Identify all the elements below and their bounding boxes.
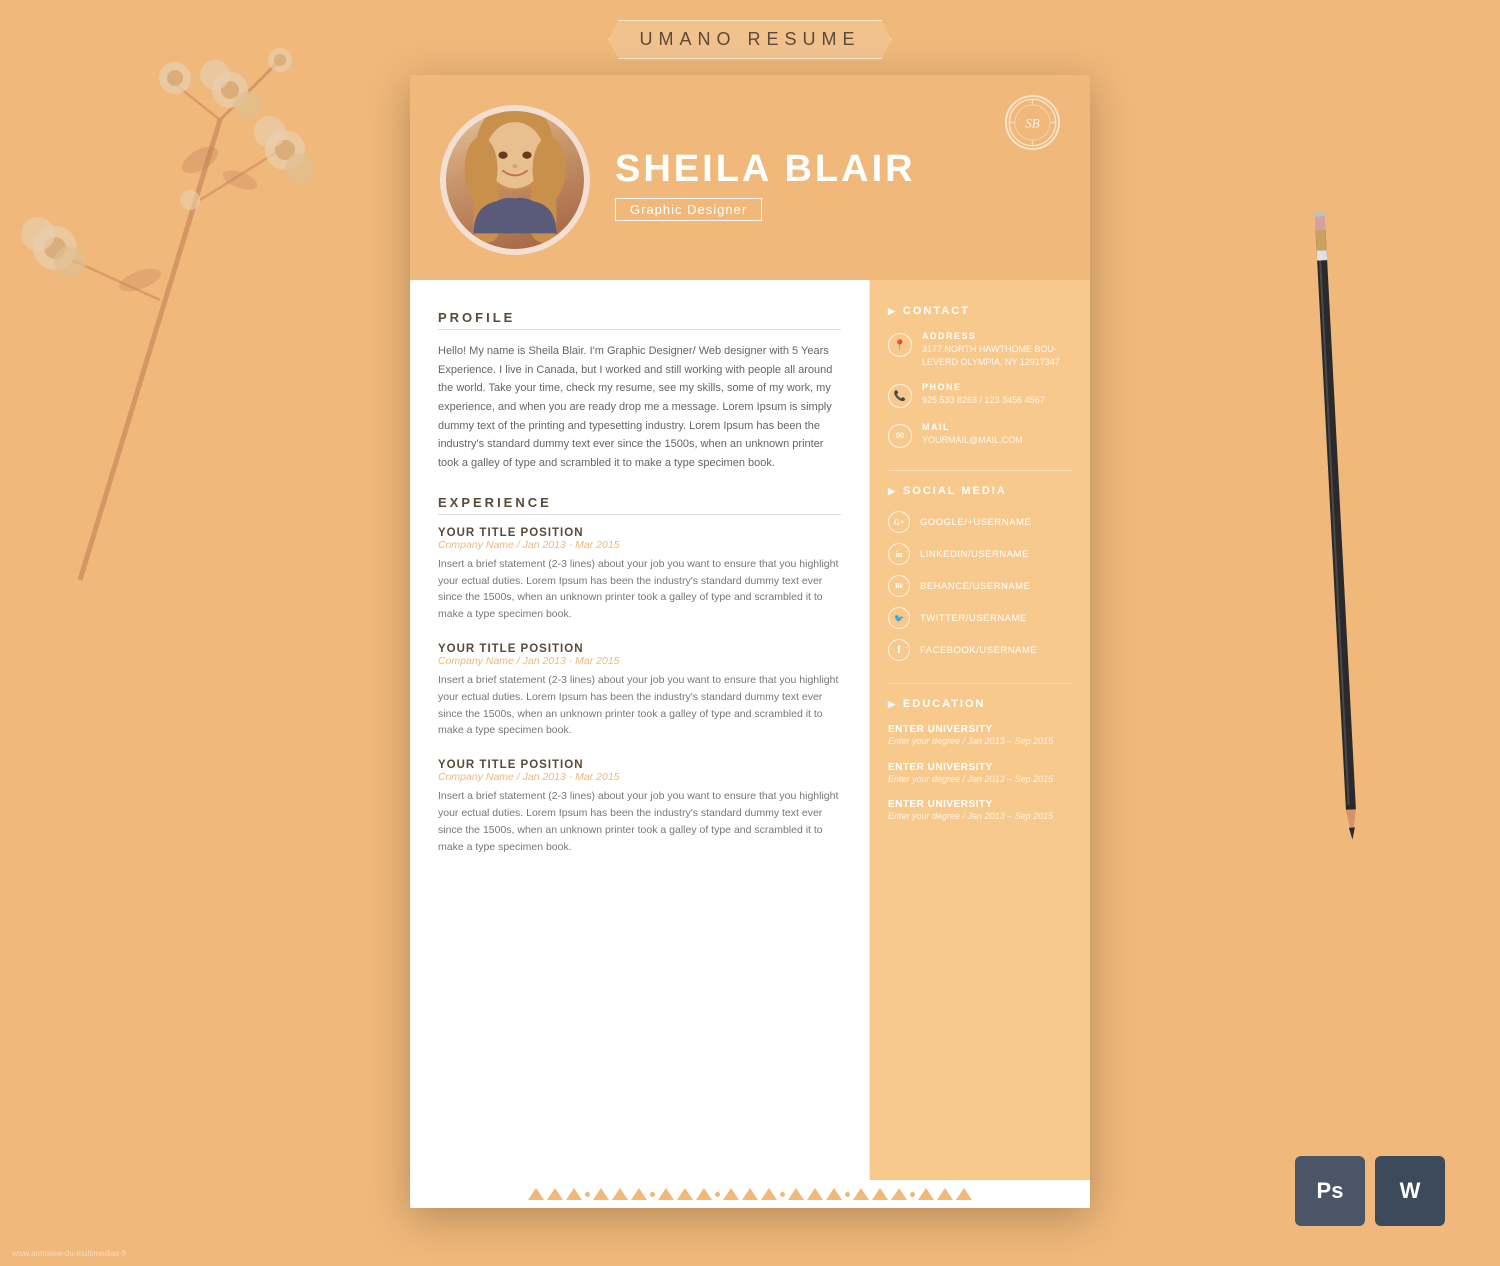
- exp-desc-2: Insert a brief statement (2-3 lines) abo…: [438, 672, 841, 739]
- edu-school-2: ENTER UNIVERSITY: [888, 762, 1072, 773]
- edu-detail-2: Enter your degree / Jan 2013 – Sep 2015: [888, 773, 1072, 786]
- app-badges: Ps W: [1295, 1156, 1445, 1226]
- profile-section-title: PROFILE: [438, 310, 841, 330]
- exp-title-2: YOUR TITLE POSITION: [438, 643, 841, 655]
- social-section: SOCIAL MEDIA G+ GOOGLE/+USERNAME in LINK…: [888, 485, 1072, 661]
- twitter-icon: 🐦: [888, 607, 910, 629]
- edu-detail-3: Enter your degree / Jan 2013 – Sep 2015: [888, 810, 1072, 823]
- exp-item-1: YOUR TITLE POSITION Company Name / Jan 2…: [438, 527, 841, 623]
- candidate-name: SHEILA BLAIR: [615, 149, 1060, 191]
- google-label: GOOGLE/+USERNAME: [920, 517, 1031, 528]
- exp-item-2: YOUR TITLE POSITION Company Name / Jan 2…: [438, 643, 841, 739]
- exp-title-1: YOUR TITLE POSITION: [438, 527, 841, 539]
- experience-section-title: EXPERIENCE: [438, 495, 841, 515]
- edu-school-3: ENTER UNIVERSITY: [888, 799, 1072, 810]
- resume-header: SHEILA BLAIR Graphic Designer SB: [410, 75, 1090, 280]
- edu-item-1: ENTER UNIVERSITY Enter your degree / Jan…: [888, 724, 1072, 748]
- exp-company-2: Company Name / Jan 2013 - Mar 2015: [438, 655, 841, 667]
- contact-phone: 📞 PHONE 925 533 8263 / 123 3456 4567: [888, 382, 1072, 408]
- edu-item-2: ENTER UNIVERSITY Enter your degree / Jan…: [888, 762, 1072, 786]
- behance-label: BEHANCE/USERNAME: [920, 581, 1030, 592]
- w-label: W: [1400, 1178, 1421, 1204]
- exp-item-3: YOUR TITLE POSITION Company Name / Jan 2…: [438, 759, 841, 855]
- google-icon: G+: [888, 511, 910, 533]
- exp-company-1: Company Name / Jan 2013 - Mar 2015: [438, 539, 841, 551]
- exp-title-3: YOUR TITLE POSITION: [438, 759, 841, 771]
- ps-label: Ps: [1317, 1178, 1344, 1204]
- exp-desc-1: Insert a brief statement (2-3 lines) abo…: [438, 556, 841, 623]
- mail-label: MAIL: [922, 422, 1023, 432]
- contact-mail: ✉ MAIL YOURMAIL@MAIL.COM: [888, 422, 1072, 448]
- facebook-label: FACEBOOK/USERNAME: [920, 645, 1037, 656]
- profile-section: PROFILE Hello! My name is Sheila Blair. …: [438, 310, 841, 473]
- social-item-facebook: f FACEBOOK/USERNAME: [888, 639, 1072, 661]
- behance-icon: Bē: [888, 575, 910, 597]
- phone-icon: 📞: [888, 384, 912, 408]
- address-value: 3177 NORTH HAWTHOME BOU- LEVERD OLYMPIA,…: [922, 343, 1072, 368]
- education-section-title: EDUCATION: [888, 698, 1072, 710]
- address-label: ADDRESS: [922, 331, 1072, 341]
- social-item-behance: Bē BEHANCE/USERNAME: [888, 575, 1072, 597]
- monogram-logo: SB: [1005, 95, 1060, 150]
- banner-label: UMANO RESUME: [608, 20, 891, 59]
- ps-badge: Ps: [1295, 1156, 1365, 1226]
- header-info: SHEILA BLAIR Graphic Designer: [615, 139, 1060, 222]
- contact-section: CONTACT 📍 ADDRESS 3177 NORTH HAWTHOME BO…: [888, 305, 1072, 448]
- contact-section-title: CONTACT: [888, 305, 1072, 317]
- linkedin-label: LINKEDIN/USERNAME: [920, 549, 1029, 560]
- exp-desc-3: Insert a brief statement (2-3 lines) abo…: [438, 788, 841, 855]
- mail-icon: ✉: [888, 424, 912, 448]
- job-title-text: Graphic Designer: [630, 202, 747, 217]
- left-column: PROFILE Hello! My name is Sheila Blair. …: [410, 280, 870, 1180]
- contact-address: 📍 ADDRESS 3177 NORTH HAWTHOME BOU- LEVER…: [888, 331, 1072, 368]
- watermark-text: www.annuaire-du-multimedias-fr: [12, 1249, 127, 1258]
- exp-company-3: Company Name / Jan 2013 - Mar 2015: [438, 771, 841, 783]
- right-column: CONTACT 📍 ADDRESS 3177 NORTH HAWTHOME BO…: [870, 280, 1090, 1180]
- photo-circle: [440, 105, 590, 255]
- mail-value: YOURMAIL@MAIL.COM: [922, 434, 1023, 447]
- photo-placeholder: [446, 111, 584, 249]
- social-section-title: SOCIAL MEDIA: [888, 485, 1072, 497]
- edu-item-3: ENTER UNIVERSITY Enter your degree / Jan…: [888, 799, 1072, 823]
- education-section: EDUCATION ENTER UNIVERSITY Enter your de…: [888, 698, 1072, 823]
- twitter-label: TWITTER/USERNAME: [920, 613, 1027, 624]
- job-title-badge: Graphic Designer: [615, 198, 762, 221]
- top-banner: UMANO RESUME: [608, 20, 891, 59]
- footer-triangles: [528, 1188, 972, 1200]
- social-item-google: G+ GOOGLE/+USERNAME: [888, 511, 1072, 533]
- facebook-icon: f: [888, 639, 910, 661]
- edu-detail-1: Enter your degree / Jan 2013 – Sep 2015: [888, 735, 1072, 748]
- divider-2: [888, 683, 1072, 684]
- svg-text:SB: SB: [1025, 116, 1039, 131]
- social-item-linkedin: in LINKEDIN/USERNAME: [888, 543, 1072, 565]
- profile-text: Hello! My name is Sheila Blair. I'm Grap…: [438, 342, 841, 473]
- edu-school-1: ENTER UNIVERSITY: [888, 724, 1072, 735]
- resume-container: SHEILA BLAIR Graphic Designer SB: [410, 75, 1090, 1208]
- address-icon: 📍: [888, 333, 912, 357]
- phone-label: PHONE: [922, 382, 1045, 392]
- linkedin-icon: in: [888, 543, 910, 565]
- divider-1: [888, 470, 1072, 471]
- resume-body: PROFILE Hello! My name is Sheila Blair. …: [410, 280, 1090, 1180]
- experience-section: EXPERIENCE YOUR TITLE POSITION Company N…: [438, 495, 841, 856]
- social-item-twitter: 🐦 TWITTER/USERNAME: [888, 607, 1072, 629]
- phone-value: 925 533 8263 / 123 3456 4567: [922, 394, 1045, 407]
- resume-footer: [410, 1180, 1090, 1208]
- w-badge: W: [1375, 1156, 1445, 1226]
